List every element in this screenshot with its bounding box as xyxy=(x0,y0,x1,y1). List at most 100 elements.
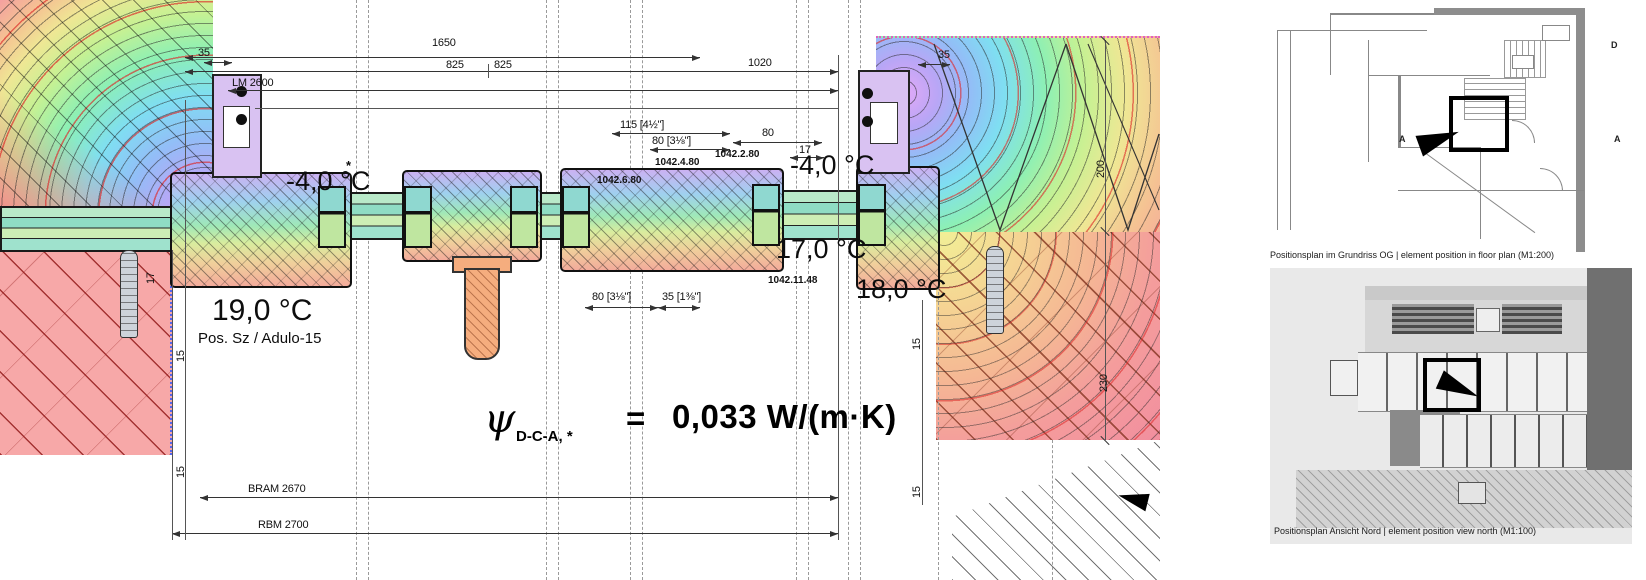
plan-fixture xyxy=(1512,55,1534,69)
break-line xyxy=(558,0,559,580)
elevation-caption: Positionsplan Ansicht Nord | element pos… xyxy=(1274,526,1536,536)
dim-label-230: 230 xyxy=(1099,374,1110,392)
dim-line-1650 xyxy=(185,57,700,58)
break-line xyxy=(630,0,631,580)
temp-label-inside: 19,0 °C xyxy=(212,296,312,326)
profile-code: 1042.2.80 xyxy=(715,150,760,160)
plan-wall xyxy=(1368,40,1369,162)
break-line xyxy=(642,0,643,580)
section-letter-a-left: A xyxy=(1399,134,1406,144)
dim-line-bram xyxy=(200,497,838,498)
dim-label-15-c: 15 xyxy=(912,338,923,350)
glazing-unit xyxy=(345,192,407,240)
screw-head-icon xyxy=(236,114,247,125)
psi-equals: = xyxy=(626,400,645,438)
floor-plan-caption: Positionsplan im Grundriss OG | element … xyxy=(1270,250,1554,260)
elevation-louver-window xyxy=(1502,304,1562,334)
elevation-side-window xyxy=(1330,360,1358,396)
dim-label-lm2600: LM 2600 xyxy=(232,78,273,89)
position-label: Pos. Sz / Adulo-15 xyxy=(198,330,321,347)
dim-label-825-right: 825 xyxy=(494,60,512,71)
break-line xyxy=(848,0,849,580)
dim-label-15-d: 15 xyxy=(912,486,923,498)
dim-tick xyxy=(488,64,489,78)
plan-wall xyxy=(1277,30,1278,230)
break-line xyxy=(546,0,547,580)
floor-plan-panel: A A D Positionsplan im Grundriss OG | el… xyxy=(1212,0,1646,266)
elevation-roof-band xyxy=(1365,286,1587,301)
profile-code: 1042.6.80 xyxy=(597,176,642,186)
masonry-wall-right xyxy=(936,232,1160,440)
anchor-bolt xyxy=(986,246,1004,334)
extension-line xyxy=(838,55,839,540)
thermal-bridge-detail-sheet: 1650 825 825 1020 LM 2600 35 35 115 [4½"… xyxy=(0,0,1646,580)
screw-head-icon xyxy=(862,116,873,127)
dim-label-80-bracket: 80 [3⅛"] xyxy=(652,136,691,147)
temp-label-outside-right: -4,0 °C xyxy=(790,152,874,179)
dim-label-15-a: 15 xyxy=(176,350,187,362)
elevation-small-window xyxy=(1476,308,1500,332)
dim-line-35-lower xyxy=(658,307,700,308)
profile-code: 1042.4.80 xyxy=(655,158,700,168)
temp-label-surface-right: 18,0 °C xyxy=(856,276,946,303)
dim-line-825-1020 xyxy=(185,71,838,72)
dim-label-80-lower: 80 [3⅛"] xyxy=(592,292,631,303)
section-letter-d: D xyxy=(1611,40,1618,50)
plan-wall xyxy=(1576,10,1585,252)
dim-label-35-left: 35 xyxy=(198,48,210,59)
glazing-pocket xyxy=(562,186,590,248)
psi-symbol: ψ xyxy=(484,396,515,442)
dim-label-825-left: 825 xyxy=(446,60,464,71)
extension-line xyxy=(922,300,923,505)
dim-label-200: 200 xyxy=(1096,160,1107,178)
plan-fixture xyxy=(1542,25,1570,41)
drainage-stub xyxy=(464,268,500,360)
dim-line-35-right xyxy=(918,64,950,65)
elevation-lower-window-band xyxy=(1420,414,1587,468)
plan-wall xyxy=(1330,13,1434,15)
dim-line-80-lower xyxy=(585,307,658,308)
dim-line-115 xyxy=(612,133,730,134)
break-line xyxy=(796,0,797,580)
break-line xyxy=(808,0,809,580)
plan-wall xyxy=(1434,8,1585,15)
dim-line-lm2600 xyxy=(228,90,838,91)
temp-label-outside-left: -4,0 °C xyxy=(286,168,370,195)
plan-wall xyxy=(1290,30,1291,230)
break-line xyxy=(1052,440,1053,580)
break-line xyxy=(356,0,357,580)
screw-head-icon xyxy=(862,88,873,99)
section-letter-a-right: A xyxy=(1614,134,1621,144)
plan-wall xyxy=(1277,30,1427,31)
temp-note-asterisk: * xyxy=(346,158,351,173)
dim-label-bram: BRAM 2670 xyxy=(248,484,306,495)
glazing-pocket xyxy=(404,186,432,248)
dim-line-80 xyxy=(733,142,822,143)
dim-label-35-lower: 35 [1⅜"] xyxy=(662,292,701,303)
dim-label-rbm: RBM 2700 xyxy=(258,520,308,531)
plan-wall xyxy=(1368,75,1490,76)
hatched-zone-bottom-right xyxy=(952,440,1160,580)
dim-label-115: 115 [4½"] xyxy=(620,120,664,131)
dim-label-15-b: 15 xyxy=(176,466,187,478)
dim-label-1650: 1650 xyxy=(432,38,456,49)
plan-door-arc xyxy=(1540,168,1563,191)
elevation-basement-window xyxy=(1458,482,1486,504)
dim-label-17-left: 17 xyxy=(146,272,157,284)
dim-label-1020: 1020 xyxy=(748,58,772,69)
dim-label-35-right: 35 xyxy=(938,50,950,61)
plan-wall xyxy=(1330,13,1331,75)
elevation-panel: Positionsplan Ansicht Nord | element pos… xyxy=(1270,268,1632,544)
elevation-louver-window xyxy=(1392,304,1474,334)
anchor-bolt xyxy=(120,250,138,338)
extension-line xyxy=(172,250,173,540)
frame-assembly-sliding-door xyxy=(560,168,784,272)
glazing-pocket xyxy=(510,186,538,248)
profile-code: 1042.11.48 xyxy=(768,276,818,286)
psi-value: 0,033 W/(m·K) xyxy=(672,398,897,436)
break-line xyxy=(368,0,369,580)
plan-door-arc xyxy=(1512,120,1535,143)
temp-label-surface-mid: 17,0 °C xyxy=(776,236,866,263)
dim-label-80: 80 xyxy=(762,128,774,139)
psi-subscript: D-C-A, * xyxy=(516,428,573,445)
